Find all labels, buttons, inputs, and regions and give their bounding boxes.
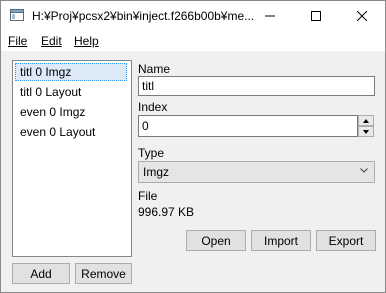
- chevron-down-icon: [363, 129, 369, 134]
- file-size-value: 996.97 KB: [138, 205, 195, 219]
- type-select-value: Imgz: [143, 165, 170, 179]
- index-label: Index: [138, 100, 168, 114]
- list-item-label: titl 0 Layout: [20, 85, 82, 99]
- window-title: H:¥Proj¥pcsx2¥bin¥inject.f266b00b¥me...: [32, 9, 255, 23]
- name-field[interactable]: titl: [138, 76, 375, 96]
- menu-edit[interactable]: Edit: [41, 34, 62, 48]
- menu-file[interactable]: File: [8, 34, 27, 48]
- title-bar[interactable]: H:¥Proj¥pcsx2¥bin¥inject.f266b00b¥me...: [1, 1, 385, 31]
- close-button[interactable]: [339, 1, 385, 31]
- list-item-label: even 0 Layout: [20, 125, 96, 139]
- list-item[interactable]: even 0 Imgz: [15, 103, 127, 121]
- menu-help-label: Help: [74, 34, 99, 48]
- entries-listbox[interactable]: titl 0 Imgz titl 0 Layout even 0 Imgz ev…: [12, 60, 132, 257]
- window-app-icon: [10, 9, 24, 21]
- minimize-icon: [265, 15, 275, 17]
- main-window: H:¥Proj¥pcsx2¥bin¥inject.f266b00b¥me... …: [0, 0, 386, 293]
- list-item[interactable]: even 0 Layout: [15, 123, 127, 141]
- maximize-icon: [311, 11, 321, 21]
- index-field-value: 0: [142, 119, 149, 133]
- maximize-button[interactable]: [293, 1, 339, 31]
- chevron-up-icon: [363, 118, 369, 123]
- remove-button[interactable]: Remove: [75, 263, 132, 284]
- name-field-value: titl: [142, 79, 154, 93]
- menu-edit-label: Edit: [41, 34, 62, 48]
- menu-file-label: File: [8, 34, 28, 48]
- minimize-button[interactable]: [247, 1, 293, 31]
- list-item[interactable]: titl 0 Imgz: [15, 63, 127, 81]
- import-button[interactable]: Import: [251, 230, 311, 251]
- export-button[interactable]: Export: [316, 230, 376, 251]
- index-field[interactable]: 0: [138, 115, 358, 137]
- add-button[interactable]: Add: [12, 263, 70, 284]
- chevron-down-icon: [360, 168, 368, 173]
- list-item-label: even 0 Imgz: [20, 105, 86, 119]
- index-spin-down-button[interactable]: [358, 126, 374, 137]
- type-label: Type: [138, 146, 165, 160]
- list-item[interactable]: titl 0 Layout: [15, 83, 127, 101]
- list-item-label: titl 0 Imgz: [20, 65, 72, 79]
- open-button[interactable]: Open: [186, 230, 246, 251]
- name-label: Name: [138, 62, 171, 76]
- type-select[interactable]: Imgz: [138, 161, 375, 183]
- menu-help[interactable]: Help: [74, 34, 99, 48]
- close-icon: [357, 11, 367, 21]
- index-spin-up-button[interactable]: [358, 115, 374, 126]
- file-label: File: [138, 189, 158, 203]
- menu-bar: File Edit Help: [1, 31, 385, 51]
